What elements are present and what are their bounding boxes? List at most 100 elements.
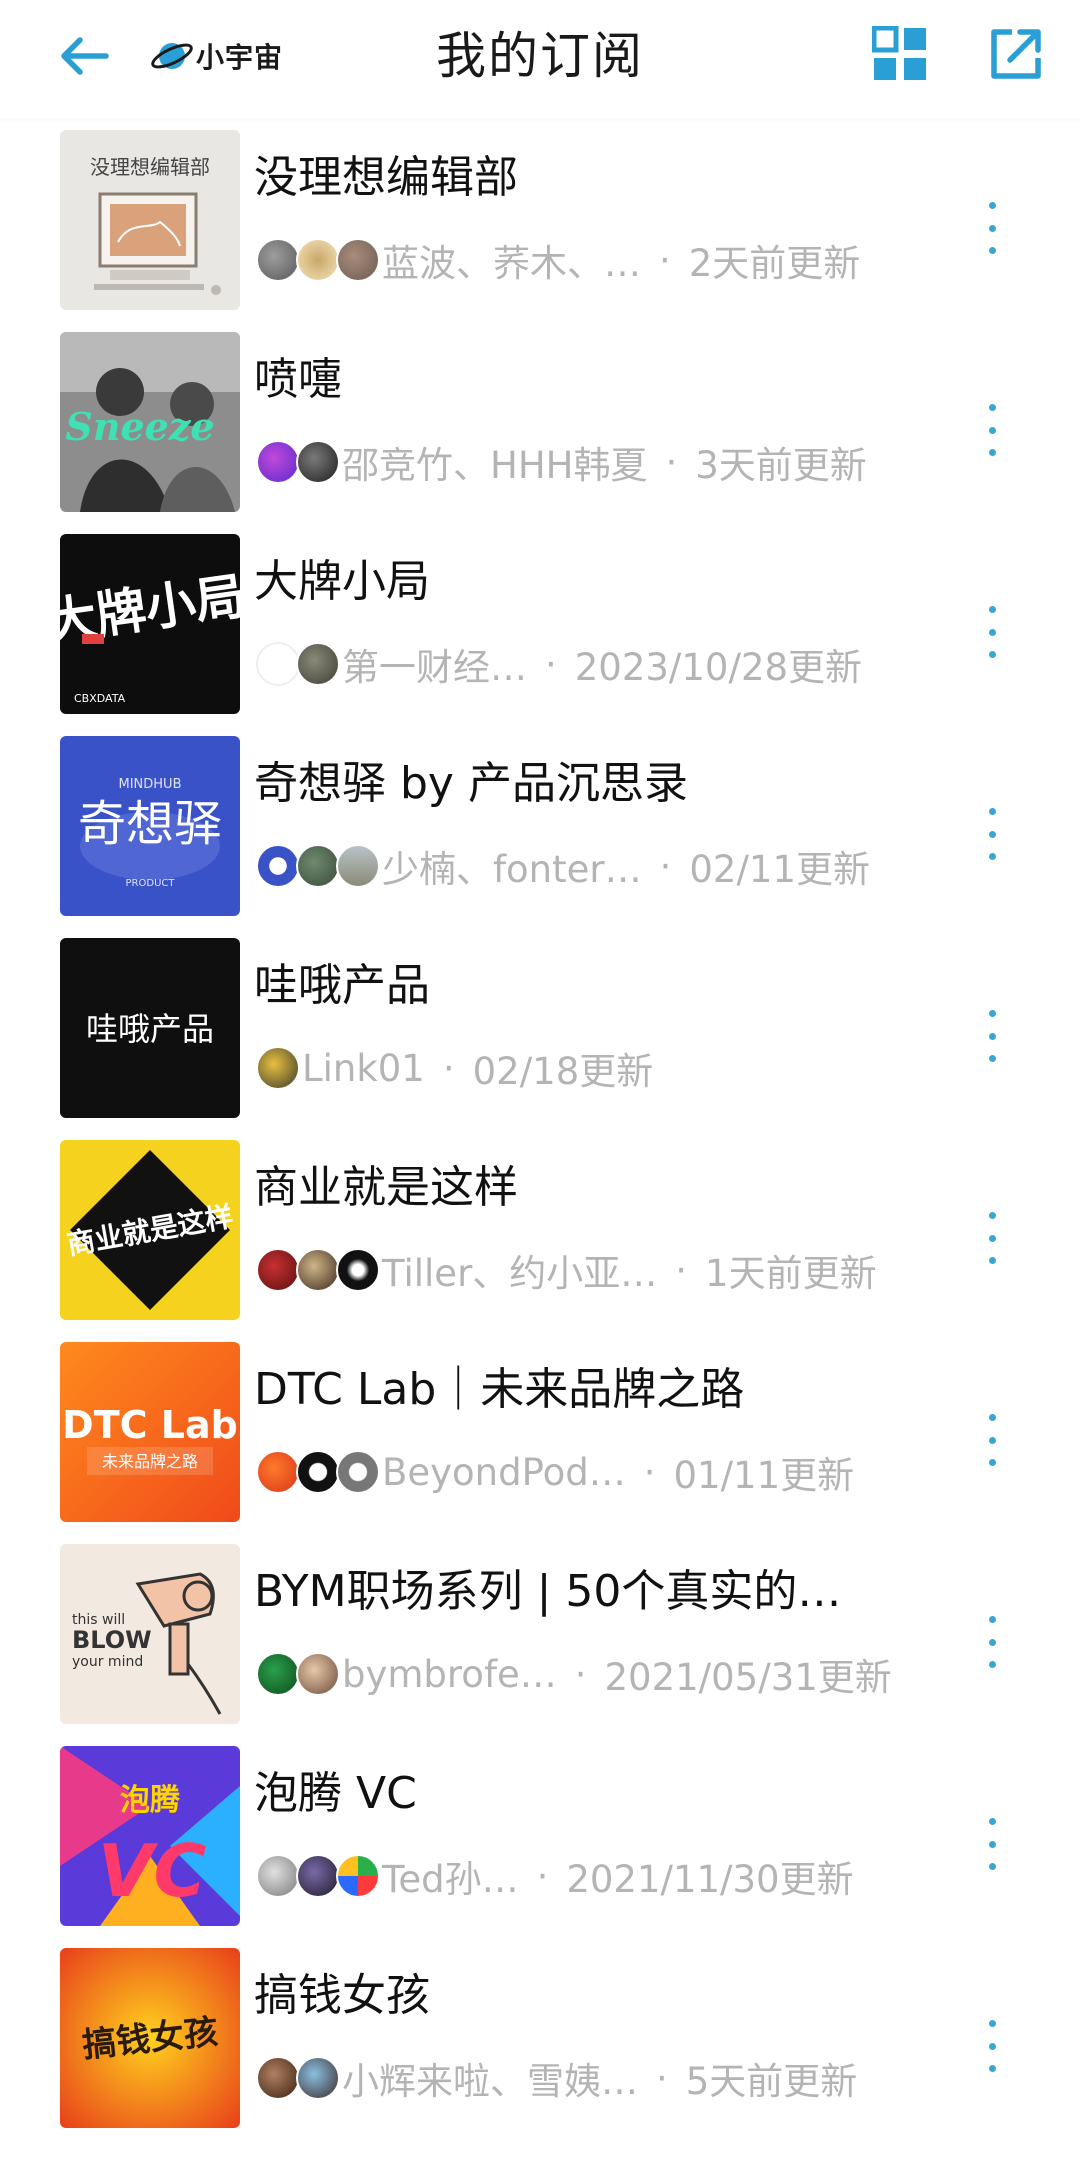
- host-avatars: [256, 440, 340, 484]
- avatar: [256, 238, 300, 282]
- update-time: 3天前更新: [695, 444, 867, 487]
- cover-text: 哇哦产品: [86, 1010, 214, 1048]
- subscription-item[interactable]: 泡腾 VC 泡腾 VC Ted孙… · 2021/11/30更新: [0, 1734, 1080, 1926]
- svg-text:MINDHUB: MINDHUB: [119, 777, 182, 792]
- avatar: [256, 1652, 300, 1696]
- more-options-button[interactable]: [976, 196, 1008, 260]
- podcast-cover: MINDHUB 奇想驿 PRODUCT: [60, 736, 240, 916]
- avatar: [296, 1854, 340, 1898]
- host-names: BeyondPod…: [382, 1450, 626, 1494]
- podcast-cover: 哇哦产品: [60, 938, 240, 1118]
- podcast-meta: Tiller、约小亚… · 1天前更新: [256, 1246, 877, 1295]
- podcast-meta: Link01 · 02/18更新: [256, 1044, 653, 1093]
- share-button[interactable]: [984, 22, 1048, 86]
- host-names: Tiller、约小亚…: [382, 1252, 658, 1295]
- podcast-cover: 搞钱女孩: [60, 1948, 240, 2128]
- host-names: Ted孙…: [382, 1858, 519, 1901]
- more-options-button[interactable]: [976, 1812, 1008, 1876]
- avatar: [256, 1854, 300, 1898]
- podcast-cover: 商业就是这样: [60, 1140, 240, 1320]
- avatar: [336, 1248, 380, 1292]
- update-time: 02/11更新: [689, 848, 871, 891]
- podcast-title: 泡腾 VC: [254, 1768, 417, 1819]
- more-options-button[interactable]: [976, 398, 1008, 462]
- cover-text: BLOW: [72, 1626, 152, 1654]
- avatar: [296, 1652, 340, 1696]
- host-avatars: [256, 1854, 380, 1898]
- more-options-button[interactable]: [976, 1610, 1008, 1674]
- host-avatars: [256, 1450, 380, 1494]
- subscription-item[interactable]: DTC Lab 未来品牌之路 DTC Lab｜未来品牌之路 BeyondPod……: [0, 1330, 1080, 1522]
- subscription-item[interactable]: Sneeze 喷嚏 邵竞竹、HHH韩夏 · 3天前更新: [0, 320, 1080, 512]
- podcast-cover: DTC Lab 未来品牌之路: [60, 1342, 240, 1522]
- podcast-meta: bymbrofe… · 2021/05/31更新: [256, 1650, 892, 1699]
- subscription-item[interactable]: 没理想编辑部 没理想编辑部 蓝波、荞木、… · 2天前更新: [0, 118, 1080, 310]
- more-options-button[interactable]: [976, 802, 1008, 866]
- podcast-meta: 小辉来啦、雪姨… · 5天前更新: [256, 2054, 858, 2103]
- update-time: 2023/10/28更新: [574, 646, 863, 689]
- podcast-title: DTC Lab｜未来品牌之路: [254, 1364, 745, 1415]
- host-avatars: [256, 238, 380, 282]
- update-time: 01/11更新: [673, 1454, 855, 1497]
- podcast-title: 喷嚏: [254, 354, 342, 405]
- subscription-item[interactable]: 哇哦产品 哇哦产品 Link01 · 02/18更新: [0, 926, 1080, 1118]
- cover-text: Sneeze: [65, 404, 214, 449]
- svg-text:VC: VC: [98, 1829, 207, 1913]
- update-time: 2天前更新: [688, 242, 861, 285]
- podcast-cover: Sneeze: [60, 332, 240, 512]
- podcast-cover: 大牌小局 CBXDATA: [60, 534, 240, 714]
- host-names: 少楠、fonter…: [382, 848, 642, 891]
- podcast-cover: 泡腾 VC: [60, 1746, 240, 1926]
- host-names: 第一财经…: [342, 646, 527, 689]
- more-options-button[interactable]: [976, 1408, 1008, 1472]
- cover-text: 没理想编辑部: [90, 155, 210, 179]
- host-avatars: [256, 642, 340, 686]
- update-time: 2021/11/30更新: [566, 1858, 854, 1901]
- podcast-meta: Ted孙… · 2021/11/30更新: [256, 1852, 854, 1901]
- avatar: [336, 1854, 380, 1898]
- podcast-meta: 蓝波、荞木、… · 2天前更新: [256, 236, 861, 285]
- host-avatars: [256, 2056, 340, 2100]
- more-options-button[interactable]: [976, 1206, 1008, 1270]
- host-avatars: [256, 1652, 340, 1696]
- podcast-meta: BeyondPod… · 01/11更新: [256, 1448, 855, 1497]
- podcast-title: 哇哦产品: [254, 960, 430, 1011]
- app-header: 小宇宙 我的订阅: [0, 0, 1080, 118]
- cover-text: DTC Lab: [62, 1403, 238, 1447]
- host-avatars: [256, 844, 380, 888]
- subscription-item[interactable]: MINDHUB 奇想驿 PRODUCT 奇想驿 by 产品沉思录 少楠、font…: [0, 724, 1080, 916]
- avatar: [296, 238, 340, 282]
- avatar: [336, 1450, 380, 1494]
- avatar: [256, 1248, 300, 1292]
- podcast-cover: 没理想编辑部: [60, 130, 240, 310]
- avatar: [296, 1248, 340, 1292]
- host-avatars: [256, 1046, 300, 1090]
- host-names: bymbrofe…: [342, 1652, 557, 1696]
- avatar: [256, 440, 300, 484]
- host-names: 小辉来啦、雪姨…: [342, 2060, 638, 2103]
- svg-text:PRODUCT: PRODUCT: [126, 878, 176, 889]
- subscription-item[interactable]: 大牌小局 CBXDATA 大牌小局 第一财经… · 2023/10/28更新: [0, 522, 1080, 714]
- grid-view-button[interactable]: [868, 22, 932, 86]
- host-names: Link01: [302, 1046, 425, 1090]
- podcast-meta: 第一财经… · 2023/10/28更新: [256, 640, 863, 689]
- more-options-button[interactable]: [976, 1004, 1008, 1068]
- more-options-button[interactable]: [976, 600, 1008, 664]
- avatar: [256, 1450, 300, 1494]
- avatar: [296, 2056, 340, 2100]
- avatar: [296, 844, 340, 888]
- avatar: [256, 2056, 300, 2100]
- podcast-title: 大牌小局: [254, 556, 430, 607]
- podcast-title: 奇想驿 by 产品沉思录: [254, 758, 688, 809]
- host-names: 邵竞竹、HHH韩夏: [342, 444, 648, 487]
- cover-subtext: 未来品牌之路: [102, 1452, 198, 1471]
- subscription-item[interactable]: 商业就是这样 商业就是这样 Tiller、约小亚… · 1天前更新: [0, 1128, 1080, 1320]
- subscription-item[interactable]: 搞钱女孩 搞钱女孩 小辉来啦、雪姨… · 5天前更新: [0, 1936, 1080, 2128]
- avatar: [296, 642, 340, 686]
- podcast-title: 搞钱女孩: [254, 1970, 430, 2021]
- podcast-meta: 邵竞竹、HHH韩夏 · 3天前更新: [256, 438, 867, 487]
- subscription-item[interactable]: this will BLOW your mind BYM职场系列 | 50个真实…: [0, 1532, 1080, 1724]
- more-options-button[interactable]: [976, 2014, 1008, 2078]
- host-names: 蓝波、荞木、…: [382, 242, 641, 285]
- update-time: 5天前更新: [685, 2060, 858, 2103]
